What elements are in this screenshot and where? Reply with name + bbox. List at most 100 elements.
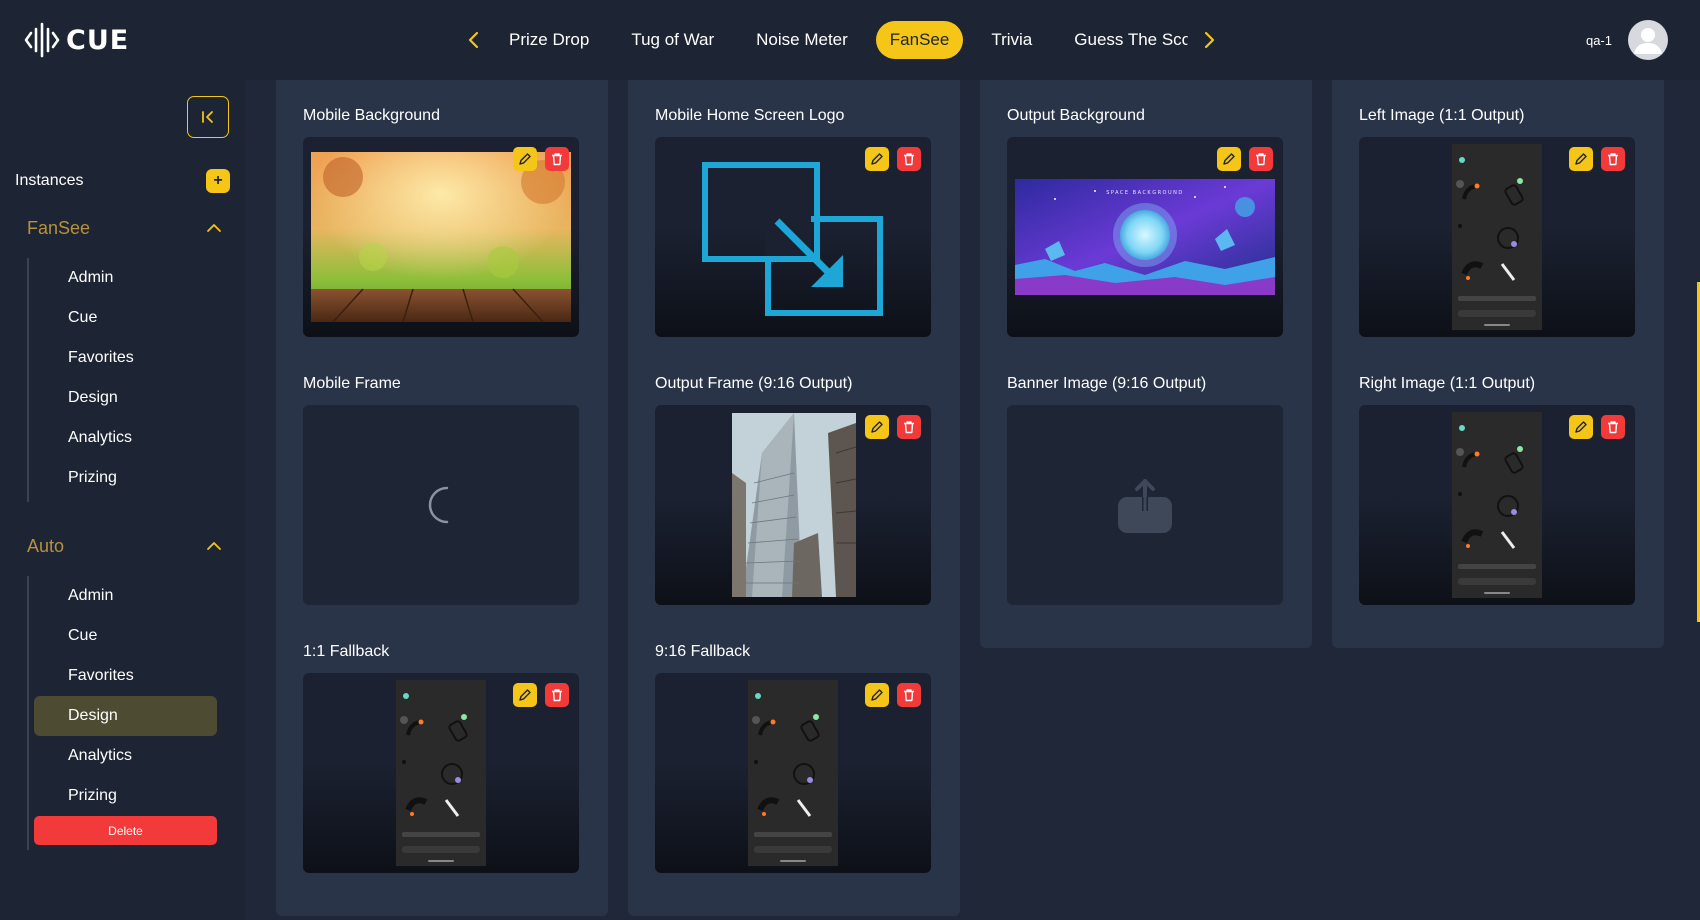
- sidebar-item-favorites[interactable]: Favorites: [34, 338, 217, 378]
- card-actions: [865, 147, 921, 171]
- card-title: 1:1 Fallback: [303, 643, 390, 660]
- asset-preview[interactable]: [1359, 137, 1635, 337]
- delete-button[interactable]: [1249, 147, 1273, 171]
- asset-preview[interactable]: [1359, 405, 1635, 605]
- instances-header: Instances +: [15, 168, 230, 194]
- delete-button[interactable]: [897, 683, 921, 707]
- asset-card-mobile-home-screen-logo: Mobile Home Screen Logo: [655, 105, 931, 337]
- asset-card-left-image: Left Image (1:1 Output): [1359, 105, 1635, 337]
- edit-button[interactable]: [865, 415, 889, 439]
- trash-icon: [904, 689, 914, 702]
- sidebar-item-design[interactable]: Design: [34, 696, 217, 736]
- asset-card-right-image: Right Image (1:1 Output): [1359, 373, 1635, 605]
- group-title: FanSee: [27, 217, 91, 238]
- tabs-prev-button[interactable]: [460, 22, 488, 58]
- trash-icon: [904, 153, 914, 166]
- pencil-icon: [1575, 153, 1587, 165]
- chevron-right-icon: [1205, 31, 1215, 49]
- sidebar-item-admin[interactable]: Admin: [34, 576, 217, 616]
- asset-column: Left Image (1:1 Output) Right Image (1:1…: [1332, 80, 1664, 648]
- edit-button[interactable]: [513, 683, 537, 707]
- sidebar-item-prizing[interactable]: Prizing: [34, 776, 217, 816]
- trash-icon: [1256, 153, 1266, 166]
- delete-button[interactable]: [897, 147, 921, 171]
- upload-icon: [1118, 479, 1172, 533]
- pencil-icon: [519, 153, 531, 165]
- collapse-sidebar-button[interactable]: [187, 96, 229, 138]
- avatar[interactable]: [1628, 20, 1668, 60]
- phone-screenshot-image: [396, 680, 486, 866]
- chevron-up-icon: [207, 542, 221, 550]
- group-divider: [27, 576, 29, 850]
- delete-instance-button[interactable]: Delete: [34, 816, 217, 845]
- phone-screenshot-image: [748, 680, 838, 866]
- delete-button[interactable]: [897, 415, 921, 439]
- plus-icon: +: [213, 172, 223, 189]
- tab-tug-of-war[interactable]: Tug of War: [617, 21, 728, 59]
- instances-label: Instances: [15, 172, 84, 189]
- card-title: Left Image (1:1 Output): [1359, 107, 1525, 124]
- sidebar-item-cue[interactable]: Cue: [34, 298, 217, 338]
- user-menu[interactable]: qa-1: [1586, 20, 1668, 60]
- tab-guess-the-score[interactable]: Guess The Sco: [1060, 21, 1188, 59]
- sidebar-item-analytics[interactable]: Analytics: [34, 736, 217, 776]
- user-icon: [1634, 28, 1662, 54]
- asset-preview[interactable]: [303, 673, 579, 873]
- asset-preview[interactable]: [303, 405, 579, 605]
- edit-button[interactable]: [513, 147, 537, 171]
- delete-button[interactable]: [1601, 415, 1625, 439]
- card-actions: [1217, 147, 1273, 171]
- asset-card-banner-image: Banner Image (9:16 Output): [1007, 373, 1283, 605]
- design-content: Mobile Background Mobile Frame 1:1 Fallb…: [245, 80, 1675, 920]
- trash-icon: [552, 689, 562, 702]
- sidebar-item-admin[interactable]: Admin: [34, 258, 217, 298]
- edit-button[interactable]: [1217, 147, 1241, 171]
- phone-screenshot-image: [1452, 144, 1542, 330]
- trash-icon: [552, 153, 562, 166]
- asset-card-fallback-1-1: 1:1 Fallback: [303, 641, 579, 873]
- asset-preview[interactable]: [655, 673, 931, 873]
- delete-button[interactable]: [545, 683, 569, 707]
- card-actions: [1569, 147, 1625, 171]
- edit-button[interactable]: [865, 683, 889, 707]
- edit-button[interactable]: [1569, 415, 1593, 439]
- tabs-next-button[interactable]: [1195, 22, 1223, 58]
- group-divider: [27, 258, 29, 502]
- card-actions: [865, 683, 921, 707]
- group-auto[interactable]: Auto: [27, 531, 222, 561]
- edit-button[interactable]: [865, 147, 889, 171]
- pencil-icon: [1223, 153, 1235, 165]
- asset-preview[interactable]: [303, 137, 579, 337]
- asset-column: Mobile Home Screen Logo Output Frame (9:…: [628, 80, 960, 916]
- group-fansee[interactable]: FanSee: [27, 213, 222, 243]
- card-title: Output Background: [1007, 107, 1145, 124]
- asset-preview[interactable]: [655, 405, 931, 605]
- asset-card-mobile-background: Mobile Background: [303, 105, 579, 337]
- sidebar-item-cue[interactable]: Cue: [34, 616, 217, 656]
- card-title: 9:16 Fallback: [655, 643, 751, 660]
- sidebar-item-prizing[interactable]: Prizing: [34, 458, 217, 498]
- collapse-icon: [202, 111, 213, 123]
- page-scrollbar[interactable]: [1675, 80, 1700, 920]
- chevron-left-icon: [468, 31, 479, 49]
- edit-button[interactable]: [1569, 147, 1593, 171]
- upload-dropzone[interactable]: [1007, 405, 1283, 605]
- delete-button[interactable]: [1601, 147, 1625, 171]
- tab-trivia[interactable]: Trivia: [977, 21, 1046, 59]
- tab-prize-drop[interactable]: Prize Drop: [495, 21, 603, 59]
- asset-preview[interactable]: SPACE BACKGROUND: [1007, 137, 1283, 337]
- trash-icon: [1608, 421, 1618, 434]
- card-actions: [513, 683, 569, 707]
- add-instance-button[interactable]: +: [206, 169, 230, 193]
- sidebar-item-favorites[interactable]: Favorites: [34, 656, 217, 696]
- delete-button[interactable]: [545, 147, 569, 171]
- sidebar-item-design[interactable]: Design: [34, 378, 217, 418]
- tab-noise-meter[interactable]: Noise Meter: [742, 21, 862, 59]
- tab-fansee[interactable]: FanSee: [875, 21, 964, 59]
- asset-card-fallback-9-16: 9:16 Fallback: [655, 641, 931, 873]
- sidebar-item-analytics[interactable]: Analytics: [34, 418, 217, 458]
- card-title: Mobile Home Screen Logo: [655, 107, 845, 124]
- cue-logo[interactable]: CUE: [24, 20, 129, 60]
- skyscraper-image: [732, 413, 856, 597]
- asset-preview[interactable]: [655, 137, 931, 337]
